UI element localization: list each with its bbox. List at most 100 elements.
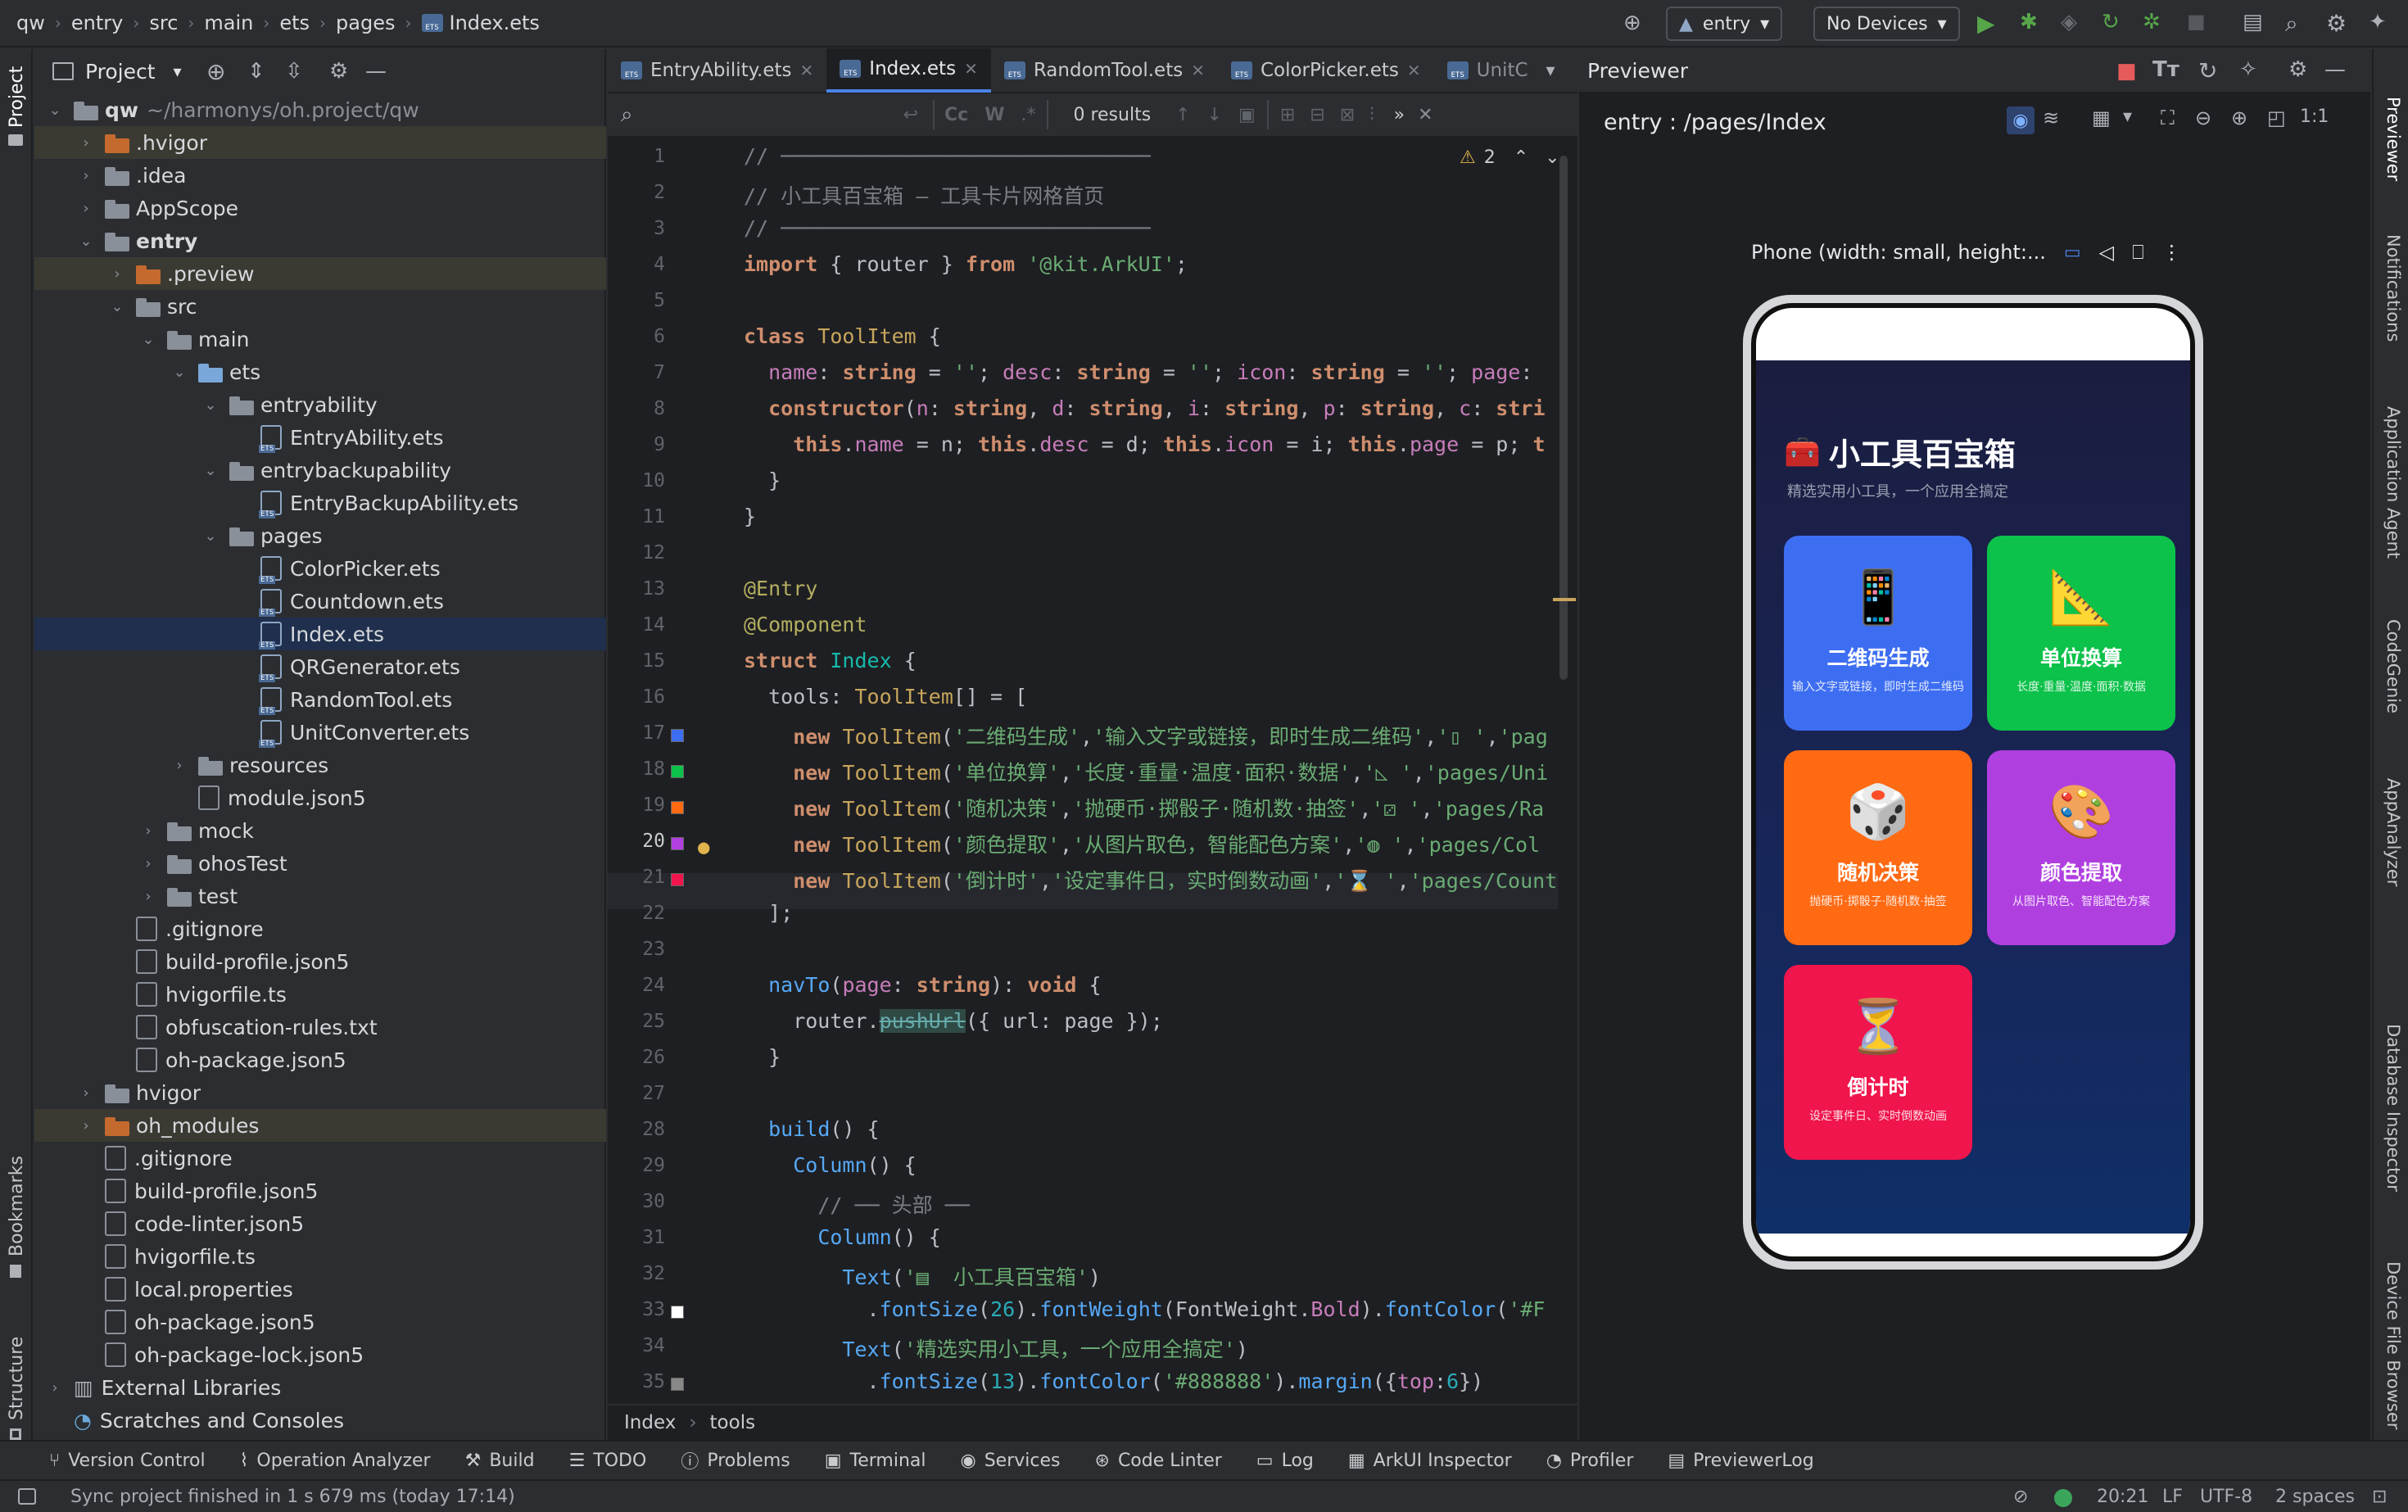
crumb-main[interactable]: main	[204, 11, 253, 34]
refresh-icon[interactable]: ↻	[2198, 57, 2217, 84]
profiler-button[interactable]: ◔ Profiler	[1546, 1451, 1634, 1471]
remove-occurrence-icon[interactable]: ⊟	[1310, 105, 1324, 125]
chevron-down-icon[interactable]: ⌄	[203, 527, 218, 545]
structure-tool-button[interactable]: Structure	[7, 1337, 27, 1420]
match-case-toggle[interactable]: Cc	[944, 105, 968, 125]
tree-item[interactable]: .gitignore	[34, 912, 606, 945]
find-input[interactable]	[633, 100, 903, 129]
debug-icon[interactable]: ✱	[2020, 10, 2038, 34]
apply-changes-icon[interactable]: ↻	[2102, 10, 2120, 34]
chevron-up-icon[interactable]: ⌃	[1514, 147, 1528, 168]
tree-item[interactable]: › ▥ External Libraries	[34, 1371, 606, 1404]
bulb-icon[interactable]: ●	[698, 835, 709, 858]
whole-word-toggle[interactable]: W	[984, 105, 1004, 125]
tree-item[interactable]: ⌄ entrybackupability	[34, 454, 606, 487]
tree-item[interactable]: module.json5	[34, 781, 606, 814]
codegenie-tool-button[interactable]: CodeGenie	[2383, 619, 2403, 713]
tree-item[interactable]: .gitignore	[34, 1142, 606, 1175]
inspect-icon[interactable]: ✧	[2239, 57, 2257, 82]
device-file-browser-tool-button[interactable]: Device File Browser	[2383, 1261, 2403, 1429]
minimize-icon[interactable]: —	[2324, 57, 2346, 82]
arrow-up-icon[interactable]: ↑	[1175, 105, 1190, 125]
tree-item[interactable]: local.properties	[34, 1273, 606, 1306]
operation-analyzer-button[interactable]: ⌇ Operation Analyzer	[240, 1451, 431, 1471]
tree-item[interactable]: ◔ Scratches and Consoles	[34, 1404, 606, 1437]
tree-item[interactable]: › test	[34, 880, 606, 912]
tree-item[interactable]: oh-package.json5	[34, 1043, 606, 1076]
tree-item[interactable]: oh-package.json5	[34, 1306, 606, 1338]
breadcrumb-field[interactable]: tools	[710, 1412, 756, 1433]
device-select[interactable]: No Devices ▾	[1813, 7, 1960, 41]
tree-item[interactable]: obfuscation-rules.txt	[34, 1011, 606, 1043]
device-label[interactable]: Phone (width: small, height:...	[1751, 241, 2046, 264]
crumb-file[interactable]: Index.ets	[450, 11, 540, 34]
tree-item[interactable]: › .idea	[34, 159, 606, 192]
tree-item[interactable]: ⌄ ets	[34, 355, 606, 388]
close-icon[interactable]: ✕	[964, 59, 978, 79]
multi-device-icon[interactable]: ▭	[2064, 242, 2081, 263]
code-linter-button[interactable]: ⊛ Code Linter	[1095, 1451, 1222, 1471]
font-icon[interactable]: Tт	[2152, 57, 2179, 82]
inspection-widget[interactable]: ⚠ 2 ⌃ ⌄	[1460, 147, 1560, 168]
settings-icon[interactable]: ⚙	[2288, 57, 2307, 82]
arkui-inspector-button[interactable]: ▦ ArkUI Inspector	[1348, 1451, 1512, 1471]
bookmarks-tool-button[interactable]: Bookmarks	[7, 1156, 27, 1256]
close-icon[interactable]: ✕	[1418, 105, 1433, 125]
tree-item[interactable]: hvigorfile.ts	[34, 1240, 606, 1273]
lock-icon[interactable]: ⊡	[2372, 1487, 2387, 1507]
tool-card[interactable]: 📱 二维码生成 输入文字或链接，即时生成二维码	[1784, 536, 1972, 731]
regex-toggle[interactable]: .*	[1021, 105, 1035, 125]
problems-button[interactable]: ⓘ Problems	[681, 1447, 790, 1474]
chevron-right-icon[interactable]: ›	[79, 1117, 93, 1134]
tree-item[interactable]: ⌄ entry	[34, 224, 606, 257]
tree-item[interactable]: ⌄ entryability	[34, 388, 606, 421]
tree-item[interactable]: › hvigor	[34, 1076, 606, 1109]
tree-item[interactable]: UnitConverter.ets	[34, 716, 606, 749]
profile-icon[interactable]: ✲	[2143, 10, 2161, 34]
crumb-module[interactable]: entry	[71, 11, 123, 34]
tree-item[interactable]: oh-package-lock.json5	[34, 1338, 606, 1371]
chevron-right-icon[interactable]: ›	[110, 265, 124, 283]
tab-entryability[interactable]: ETS EntryAbility.ets ✕	[608, 48, 826, 93]
crumb-ets[interactable]: ets	[279, 11, 310, 34]
more-icon[interactable]: ⋮	[2162, 241, 2182, 264]
services-button[interactable]: ◉ Services	[961, 1451, 1061, 1471]
chevron-right-icon[interactable]: ›	[172, 757, 187, 774]
agent-tool-button[interactable]: Application Agent	[2383, 406, 2403, 559]
chevron-down-icon[interactable]: ▾	[2123, 106, 2132, 127]
device-manager-icon[interactable]: ▤	[2243, 10, 2263, 34]
arrow-down-icon[interactable]: ↓	[1207, 105, 1222, 125]
tab-colorpicker[interactable]: ETS ColorPicker.ets ✕	[1218, 48, 1434, 93]
tree-item[interactable]: build-profile.json5	[34, 945, 606, 978]
tree-item[interactable]: › mock	[34, 814, 606, 847]
back-icon[interactable]: ◁	[2099, 241, 2114, 264]
crumb-project[interactable]: qw	[16, 11, 45, 34]
file-encoding[interactable]: UTF-8	[2200, 1487, 2252, 1507]
chevron-down-icon[interactable]: ⌄	[172, 364, 187, 381]
actual-size-icon[interactable]: 1:1	[2300, 106, 2329, 127]
zoom-in-icon[interactable]: ⊕	[2231, 106, 2247, 129]
chevron-down-icon[interactable]: ⌄	[141, 331, 156, 348]
tree-item[interactable]: ⌄ src	[34, 290, 606, 323]
tree-item[interactable]: › AppScope	[34, 192, 606, 224]
search-icon[interactable]: ⌕	[2285, 10, 2298, 38]
todo-button[interactable]: ☰ TODO	[569, 1451, 647, 1471]
expand-all-icon[interactable]: ⇕	[247, 59, 265, 84]
tree-item[interactable]: › ohosTest	[34, 847, 606, 880]
crop-icon[interactable]: ◰	[2267, 106, 2286, 129]
chevron-down-icon[interactable]: ▾	[174, 61, 182, 81]
project-tool-button[interactable]: Project	[7, 66, 27, 128]
tabs-overflow-icon[interactable]: ▾	[1546, 61, 1555, 81]
run-config-select[interactable]: ▲ entry ▾	[1666, 7, 1783, 41]
tree-item[interactable]: Countdown.ets	[34, 585, 606, 618]
assistant-icon[interactable]: ✦	[2369, 10, 2387, 34]
chevron-right-icon[interactable]: ›	[141, 888, 156, 905]
tree-item[interactable]: Index.ets	[34, 618, 606, 650]
crumb-src[interactable]: src	[149, 11, 178, 34]
panel-toggle-icon[interactable]	[18, 1488, 36, 1505]
tree-item[interactable]: › oh_modules	[34, 1109, 606, 1142]
select-occurrences-icon[interactable]: ⊠	[1340, 105, 1355, 125]
notifications-tool-button[interactable]: Notifications	[2383, 234, 2403, 342]
scrollbar[interactable]	[1559, 156, 1568, 680]
chevron-right-icon[interactable]: ›	[141, 855, 156, 872]
